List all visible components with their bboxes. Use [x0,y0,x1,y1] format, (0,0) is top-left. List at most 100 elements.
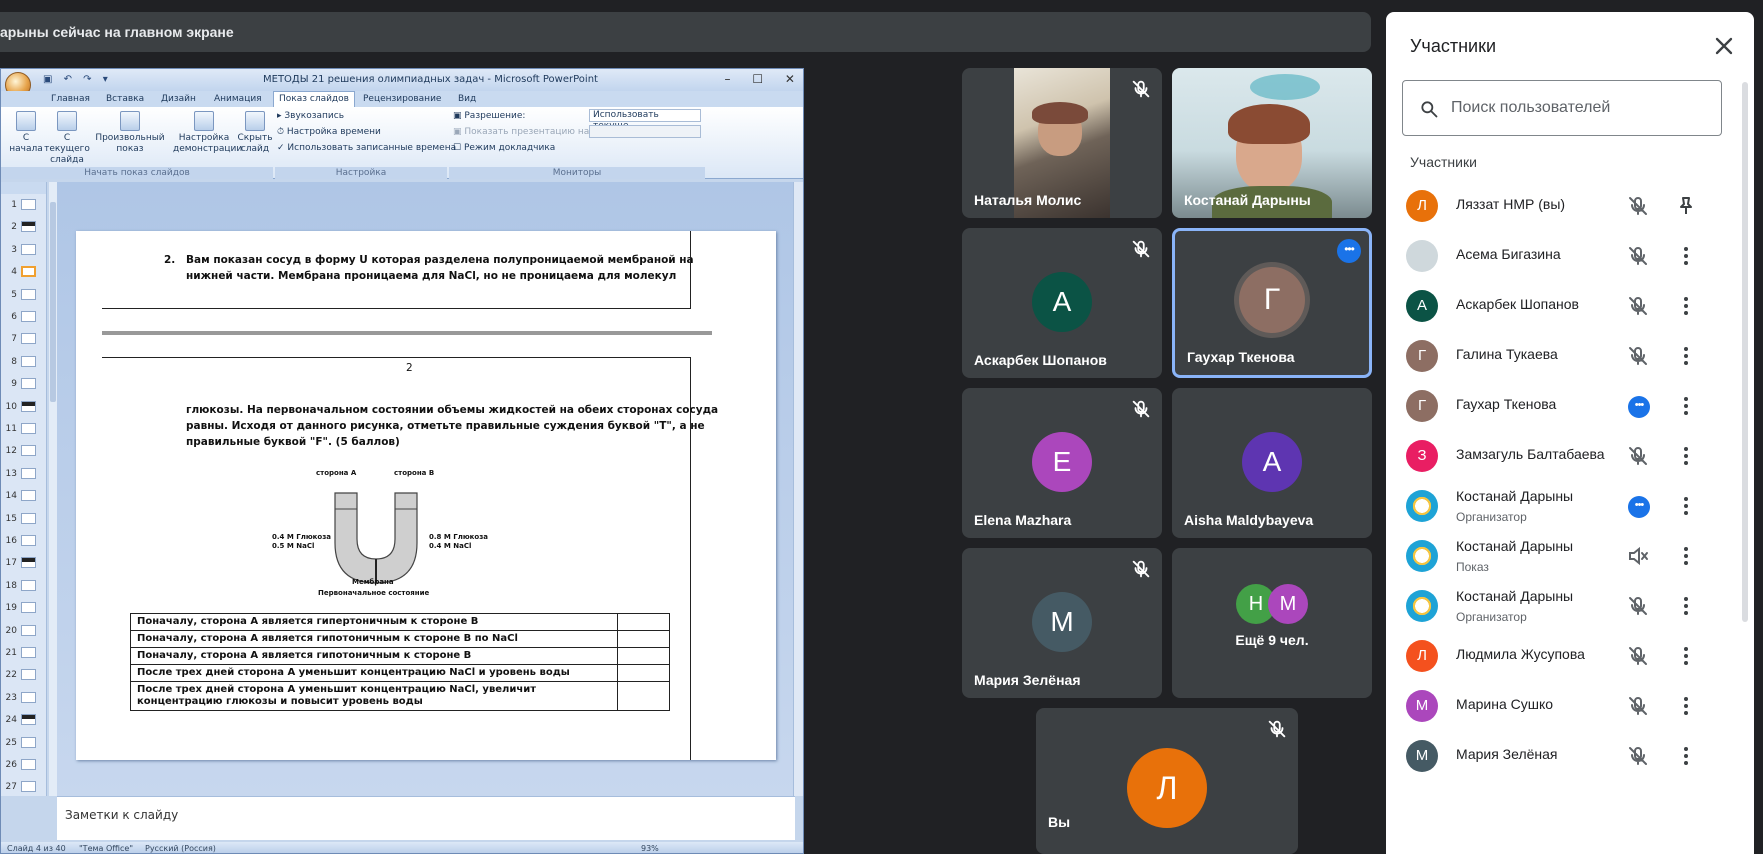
mic-off-icon[interactable] [1626,744,1650,768]
ppt-tab-review[interactable]: Рецензирование [363,94,441,104]
presenter-view-checkbox[interactable]: ☐ Режим докладчика [453,143,555,153]
panel-scrollbar[interactable] [1742,82,1748,622]
more-options-icon[interactable] [1674,494,1698,518]
slide-thumbnail[interactable]: 7 [1,330,45,348]
slide-thumbnail[interactable]: 11 [1,420,45,438]
tile-askarbek[interactable]: А Аскарбек Шопанов [962,228,1162,378]
participant-row[interactable]: А Аскарбек Шопанов [1386,278,1746,334]
rehearse-timings-button[interactable]: ⏱ Настройка времени [277,127,381,137]
slide-thumbnail[interactable]: 23 [1,689,45,707]
mic-off-icon[interactable] [1626,344,1650,368]
pin-icon[interactable] [1674,194,1698,218]
ppt-tab-insert[interactable]: Вставка [106,94,144,104]
slide-thumbnail[interactable]: 6 [1,308,45,326]
tile-aisha[interactable]: A Aisha Maldybayeva [1172,388,1372,538]
tile-kostanai[interactable]: Костанай Дарыны [1172,68,1372,218]
thumbnails-scroll-thumb[interactable] [50,202,56,402]
participant-row[interactable]: М Марина Сушко [1386,678,1746,734]
participant-row[interactable]: Л Ляззат НМР (вы) [1386,178,1746,234]
participant-row[interactable]: З Замзагуль Балтабаева [1386,428,1746,484]
custom-show-button[interactable]: Произвольный показ [95,111,165,155]
ppt-tab-home[interactable]: Главная [51,94,90,104]
participant-row[interactable]: Костанай Дарыны Показ [1386,528,1746,584]
tile-mariya[interactable]: М Мария Зелёная [962,548,1162,698]
more-options-icon[interactable] [1674,744,1698,768]
use-timings-checkbox[interactable]: ✓ Использовать записанные времена [277,143,456,153]
slide-thumbnail[interactable]: 15 [1,510,45,528]
slide-thumbnail[interactable]: 14 [1,487,45,505]
slide-thumbnail[interactable]: 25 [1,734,45,752]
resolution-dropdown[interactable]: Использовать текуще... [589,109,701,131]
slide-thumbnail[interactable]: 24 [1,711,45,729]
slide-thumbnail[interactable]: 10 [1,398,45,416]
mic-off-icon[interactable] [1626,444,1650,468]
slide-thumbnail[interactable]: 12 [1,442,45,460]
slide-thumbnail[interactable]: 13 [1,465,45,483]
status-zoom[interactable]: 93% [641,844,659,853]
slide-thumbnail[interactable]: 8 [1,353,45,371]
ppt-tab-slideshow[interactable]: Показ слайдов [273,91,355,107]
slide-thumbnail[interactable]: 1 [1,196,45,214]
tile-self[interactable]: Л Вы [1036,708,1298,854]
mic-off-icon[interactable] [1626,694,1650,718]
from-current-button[interactable]: С текущего слайда [43,111,91,166]
speaker-off-icon[interactable] [1626,544,1650,568]
mic-off-icon[interactable] [1626,194,1650,218]
from-start-button[interactable]: С начала [9,111,43,155]
thumbnails-scrollbar[interactable] [49,182,57,796]
close-icon[interactable] [1710,32,1738,60]
more-options-icon[interactable] [1674,244,1698,268]
ppt-tab-view[interactable]: Вид [458,94,476,104]
tile-elena[interactable]: E Elena Mazhara [962,388,1162,538]
participant-row[interactable]: Г Гаухар Ткенова ••• [1386,378,1746,434]
participant-row[interactable]: Л Людмила Жусупова [1386,628,1746,684]
mic-off-icon[interactable] [1626,294,1650,318]
mic-off-icon[interactable] [1626,594,1650,618]
tile-more-participants[interactable]: Н М Ещё 9 чел. [1172,548,1372,698]
show-on-dropdown[interactable] [589,125,701,138]
more-options-icon[interactable] [1674,444,1698,468]
more-options-icon[interactable] [1674,344,1698,368]
slide-thumbnail[interactable]: 17 [1,554,45,572]
slide-notes[interactable]: Заметки к слайду [57,796,795,840]
participant-row[interactable]: Г Галина Тукаева [1386,328,1746,384]
hide-slide-button[interactable]: Скрыть слайд [237,111,273,155]
more-options-icon[interactable] [1674,394,1698,418]
slide-thumbnail[interactable]: 19 [1,599,45,617]
tile-natalya[interactable]: Наталья Молис [962,68,1162,218]
slide-thumbnail[interactable]: 26 [1,756,45,774]
quick-access-toolbar[interactable]: ▣ ↶ ↷ ▾ [43,74,112,85]
slide-scrollbar[interactable] [793,182,803,796]
more-options-icon[interactable] [1674,294,1698,318]
window-controls[interactable]: – ☐ ✕ [725,72,795,86]
ppt-tab-design[interactable]: Дизайн [161,94,196,104]
more-options-icon[interactable] [1674,544,1698,568]
slide-thumbnail[interactable]: 3 [1,241,45,259]
participant-search[interactable] [1402,80,1722,136]
mic-off-icon[interactable] [1626,244,1650,268]
record-narration-button[interactable]: ▸ Звукозапись [277,111,344,121]
slide-thumbnail[interactable]: 20 [1,622,45,640]
slide-thumbnail[interactable]: 4 [1,263,45,281]
slide-thumbnail[interactable]: 27 [1,778,45,796]
more-options-icon[interactable] [1674,644,1698,668]
slide-thumbnail[interactable]: 16 [1,532,45,550]
slide-thumbnail[interactable]: 18 [1,577,45,595]
thumbnails-tabs[interactable] [1,182,46,194]
setup-show-button[interactable]: Настройка демонстрации [173,111,242,155]
participant-row[interactable]: М Мария Зелёная [1386,728,1746,784]
participant-row[interactable]: Костанай Дарыны Организатор ••• [1386,478,1746,534]
slide-thumbnail[interactable]: 22 [1,666,45,684]
search-input[interactable] [1451,95,1711,121]
slide-thumbnail[interactable]: 2 [1,218,45,236]
participant-row[interactable]: Асема Бигазина [1386,228,1746,284]
mic-off-icon[interactable] [1626,644,1650,668]
ppt-tab-animation[interactable]: Анимация [214,94,262,104]
more-options-icon[interactable] [1674,594,1698,618]
slide-thumbnail[interactable]: 9 [1,375,45,393]
slide-thumbnail[interactable]: 5 [1,286,45,304]
tile-gaukhar[interactable]: Г ••• Гаухар Ткенова [1172,228,1372,378]
slide-thumbnail[interactable]: 21 [1,644,45,662]
participant-row[interactable]: Костанай Дарыны Организатор [1386,578,1746,634]
more-options-icon[interactable] [1674,694,1698,718]
